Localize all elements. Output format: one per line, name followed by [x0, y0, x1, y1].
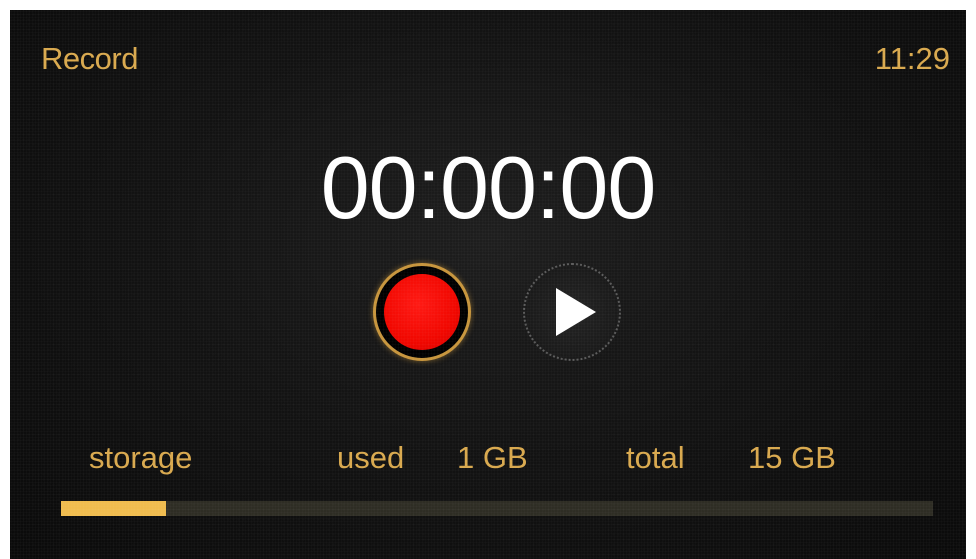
total-value: 15 GB	[748, 440, 836, 475]
storage-progress-bar	[61, 501, 933, 516]
used-label: used	[337, 440, 405, 475]
used-value: 1 GB	[457, 440, 528, 475]
play-button[interactable]	[523, 263, 621, 361]
storage-progress-fill	[61, 501, 166, 516]
record-icon	[384, 274, 460, 350]
app-title: Record	[41, 41, 138, 76]
recorder-screen: Record 11:29 00:00:00 storage used 1 GB …	[10, 10, 966, 559]
total-label: total	[626, 440, 685, 475]
record-button[interactable]	[373, 263, 471, 361]
clock: 11:29	[874, 41, 950, 76]
storage-label: storage	[89, 440, 193, 475]
elapsed-timer: 00:00:00	[320, 138, 657, 237]
play-icon	[556, 288, 596, 336]
